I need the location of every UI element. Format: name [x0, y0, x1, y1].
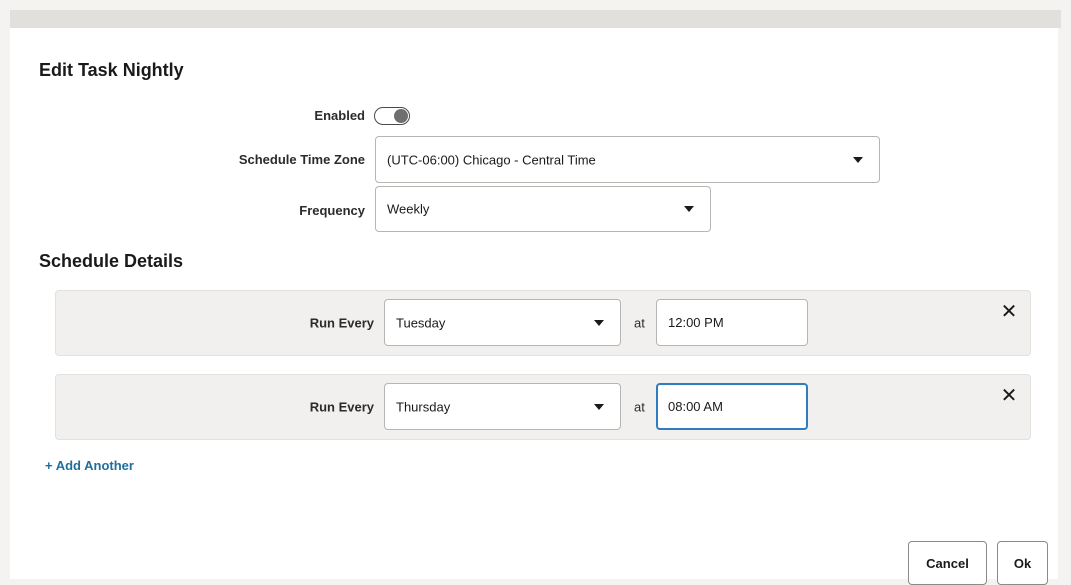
chevron-down-icon	[684, 206, 694, 212]
time-input[interactable]	[656, 299, 808, 346]
day-value: Tuesday	[396, 315, 446, 330]
day-select[interactable]: Thursday	[384, 383, 621, 430]
ok-button[interactable]: Ok	[997, 541, 1048, 585]
frequency-value: Weekly	[387, 201, 430, 217]
timezone-select[interactable]: (UTC-06:00) Chicago - Central Time	[375, 136, 880, 183]
close-icon[interactable]: ✕	[1000, 302, 1018, 322]
run-every-label: Run Every	[309, 315, 374, 331]
time-input[interactable]	[656, 383, 808, 430]
frequency-label: Frequency	[299, 203, 365, 218]
day-select[interactable]: Tuesday	[384, 299, 621, 346]
schedule-row: Run Every Tuesday at ✕	[55, 290, 1031, 356]
at-label: at	[634, 315, 645, 331]
dialog-header-strip	[10, 10, 1061, 28]
add-another-link[interactable]: + Add Another	[45, 458, 134, 473]
schedule-row: Run Every Thursday at ✕	[55, 374, 1031, 440]
chevron-down-icon	[594, 319, 604, 326]
enabled-toggle[interactable]	[374, 107, 410, 125]
toggle-knob	[394, 109, 408, 123]
close-icon[interactable]: ✕	[1000, 386, 1018, 406]
schedule-details-title: Schedule Details	[39, 251, 184, 271]
day-value: Thursday	[396, 399, 451, 414]
cancel-button[interactable]: Cancel	[908, 541, 987, 585]
timezone-label: Schedule Time Zone	[238, 152, 365, 167]
edit-task-dialog: Edit Task Nightly Enabled Schedule Time …	[10, 28, 1058, 585]
at-label: at	[634, 399, 645, 415]
dialog-title: Edit Task Nightly	[39, 60, 184, 80]
run-every-label: Run Every	[309, 399, 374, 415]
timezone-value: (UTC-06:00) Chicago - Central Time	[387, 152, 596, 167]
chevron-down-icon	[853, 156, 863, 163]
enabled-label: Enabled	[314, 108, 365, 123]
chevron-down-icon	[594, 403, 604, 410]
frequency-select[interactable]: Weekly	[375, 186, 711, 232]
